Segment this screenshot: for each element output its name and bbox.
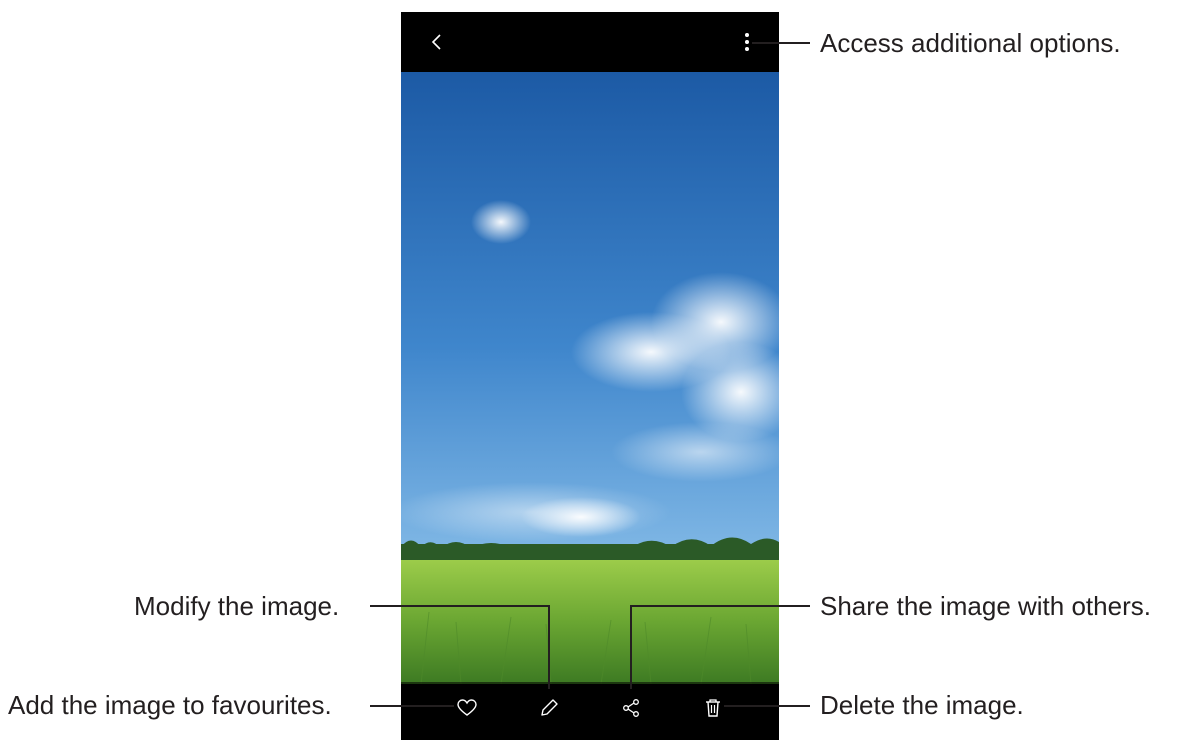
share-icon: [623, 699, 639, 717]
navigation-strip: [401, 724, 779, 740]
callout-line-delete: [724, 705, 810, 707]
favourite-button[interactable]: [453, 694, 481, 722]
heart-icon: [457, 699, 477, 716]
callout-line-share-h: [630, 605, 810, 607]
back-button[interactable]: [423, 28, 451, 56]
more-vertical-icon: [745, 33, 749, 51]
callout-more-options: Access additional options.: [820, 28, 1121, 58]
chevron-left-icon: [431, 34, 441, 50]
trash-icon: [706, 699, 720, 717]
photo-viewer[interactable]: [401, 72, 779, 684]
phone-screen: [401, 12, 779, 740]
top-toolbar: [401, 12, 779, 72]
callout-line-share-v: [630, 605, 632, 689]
callout-line-favourite: [370, 705, 454, 707]
callout-delete: Delete the image.: [820, 690, 1024, 720]
delete-button[interactable]: [699, 694, 727, 722]
callout-favourite: Add the image to favourites.: [8, 690, 332, 720]
callout-share: Share the image with others.: [820, 591, 1151, 621]
callout-line-edit-h: [370, 605, 550, 607]
callout-line-more-options: [752, 42, 810, 44]
edit-button[interactable]: [535, 694, 563, 722]
share-button[interactable]: [617, 694, 645, 722]
callout-edit: Modify the image.: [134, 591, 340, 621]
pencil-icon: [541, 699, 558, 716]
callout-line-edit-v: [548, 605, 550, 689]
landscape-photo: [401, 72, 779, 684]
